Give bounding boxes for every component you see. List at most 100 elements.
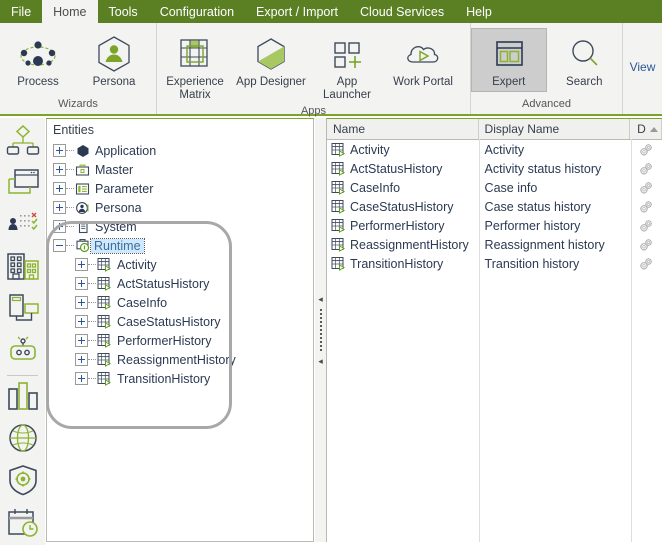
entity-table-icon	[96, 371, 113, 386]
tree-node[interactable]: ReassignmentHistory	[47, 350, 313, 369]
expand-plus-icon[interactable]	[53, 144, 66, 157]
system-document-icon	[74, 220, 91, 234]
view-button-label: View	[629, 60, 656, 74]
table-row[interactable]: TransitionHistory Transition history	[327, 254, 662, 273]
master-briefcase-icon	[74, 163, 91, 177]
tree-node[interactable]: System	[47, 217, 313, 236]
tree-node-label: CaseStatusHistory	[117, 314, 221, 329]
grid-cell-name-label: CaseInfo	[350, 180, 401, 195]
app-designer-button[interactable]: App Designer	[233, 28, 309, 92]
tree-node[interactable]: CaseInfo	[47, 293, 313, 312]
experience-matrix-button[interactable]: Experience Matrix	[157, 28, 233, 105]
rail-item-scheduler[interactable]	[0, 503, 45, 545]
rail-item-security[interactable]	[0, 461, 45, 503]
rail-item-organization[interactable]	[0, 247, 45, 289]
expand-plus-icon[interactable]	[53, 163, 66, 176]
table-row[interactable]: PerformerHistory Performer history	[327, 216, 662, 235]
app-launcher-grid-plus-icon	[327, 33, 367, 75]
entity-table-icon	[331, 199, 346, 214]
menu-item-help[interactable]: Help	[455, 0, 503, 23]
tree-node[interactable]: ActStatusHistory	[47, 274, 313, 293]
table-row[interactable]: ReassignmentHistory Reassignment history	[327, 235, 662, 254]
table-row[interactable]: Activity Activity	[327, 140, 662, 159]
tree-node[interactable]: Activity	[47, 255, 313, 274]
splitter-collapse-down-icon[interactable]: ◂	[318, 357, 323, 366]
tree-node[interactable]: Application	[47, 141, 313, 160]
menu-item-cloud-services[interactable]: Cloud Services	[349, 0, 455, 23]
grid-column-header-display-name[interactable]: Display Name	[479, 119, 631, 139]
panel-splitter[interactable]: ◂ ◂	[315, 118, 326, 542]
work-portal-button[interactable]: Work Portal	[385, 28, 461, 92]
expand-plus-icon[interactable]	[75, 258, 88, 271]
tree-node[interactable]: TransitionHistory	[47, 369, 313, 388]
process-diagram-icon	[6, 123, 40, 162]
grid-cell-name: PerformerHistory	[327, 218, 479, 233]
entities-tree-header: Entities	[53, 123, 94, 137]
entity-table-icon	[96, 276, 113, 291]
menu-item-tools[interactable]: Tools	[98, 0, 149, 23]
grid-cell-name: Activity	[327, 142, 479, 157]
entity-table-icon	[331, 218, 346, 233]
expand-plus-icon[interactable]	[75, 277, 88, 290]
expand-plus-icon[interactable]	[75, 353, 88, 366]
menu-item-file[interactable]: File	[0, 0, 42, 23]
rail-item-integration[interactable]	[0, 420, 45, 462]
ribbon-group-advanced: Expert Search Advanced	[470, 23, 622, 114]
rail-item-rules[interactable]	[0, 206, 45, 248]
tree-node-label: Runtime	[90, 237, 145, 254]
tree-node-label: ReassignmentHistory	[117, 352, 236, 367]
process-button[interactable]: Process	[0, 28, 76, 92]
grid-cell-display-name: Transition history	[484, 256, 580, 271]
entities-grid-panel: Name Display Name D Activity Activity Ac…	[326, 118, 662, 542]
ribbon-group-apps: Experience Matrix App Designer App Launc…	[156, 23, 470, 117]
splitter-grip[interactable]	[319, 309, 322, 351]
entity-table-icon	[331, 161, 346, 176]
tree-node-label: PerformerHistory	[117, 333, 212, 348]
tree-node[interactable]: Parameter	[47, 179, 313, 198]
tree-connector-line	[88, 339, 96, 342]
tree-node[interactable]: Persona	[47, 198, 313, 217]
tree-node[interactable]: Runtime	[47, 236, 313, 255]
ribbon-group-wizards: Process Persona Wizards	[0, 23, 156, 114]
persona-button[interactable]: Persona	[76, 28, 152, 92]
tree-connector-line	[66, 149, 74, 152]
rail-divider	[7, 374, 38, 376]
gears-icon	[638, 181, 654, 195]
rail-item-bot[interactable]	[0, 331, 45, 373]
tree-node[interactable]: Master	[47, 160, 313, 179]
expand-plus-icon[interactable]	[53, 220, 66, 233]
tree-node[interactable]: PerformerHistory	[47, 331, 313, 350]
grid-column-header-name[interactable]: Name	[327, 119, 479, 139]
app-launcher-button[interactable]: App Launcher	[309, 28, 385, 105]
expand-plus-icon[interactable]	[53, 201, 66, 214]
gears-icon	[638, 143, 654, 157]
grid-cell-display-name: Performer history	[484, 218, 581, 233]
menu-item-home[interactable]: Home	[42, 0, 98, 23]
search-button[interactable]: Search	[547, 28, 623, 92]
view-button[interactable]: View	[623, 23, 662, 77]
menu-item-configuration[interactable]: Configuration	[149, 0, 245, 23]
grid-column-header-d[interactable]: D	[630, 119, 662, 139]
table-row[interactable]: ActStatusHistory Activity status history	[327, 159, 662, 178]
collapse-minus-icon[interactable]	[53, 239, 66, 252]
expert-button[interactable]: Expert	[471, 28, 547, 92]
expand-plus-icon[interactable]	[75, 315, 88, 328]
cloud-play-icon	[401, 33, 445, 75]
rail-item-process[interactable]	[0, 122, 45, 164]
tree-connector-line	[66, 206, 74, 209]
splitter-collapse-up-icon[interactable]: ◂	[318, 295, 323, 304]
expand-plus-icon[interactable]	[75, 372, 88, 385]
menu-item-export-import[interactable]: Export / Import	[245, 0, 349, 23]
rail-item-forms[interactable]	[0, 164, 45, 206]
tree-node[interactable]: CaseStatusHistory	[47, 312, 313, 331]
expand-plus-icon[interactable]	[75, 334, 88, 347]
tree-node-label: Activity	[117, 257, 157, 272]
rail-item-analytics[interactable]	[0, 378, 45, 420]
table-row[interactable]: CaseStatusHistory Case status history	[327, 197, 662, 216]
expand-plus-icon[interactable]	[53, 182, 66, 195]
grid-column-header-d-label: D	[637, 122, 646, 136]
rail-item-devices[interactable]	[0, 289, 45, 331]
expand-plus-icon[interactable]	[75, 296, 88, 309]
table-row[interactable]: CaseInfo Case info	[327, 178, 662, 197]
application-window: File Home Tools Configuration Export / I…	[0, 0, 662, 545]
